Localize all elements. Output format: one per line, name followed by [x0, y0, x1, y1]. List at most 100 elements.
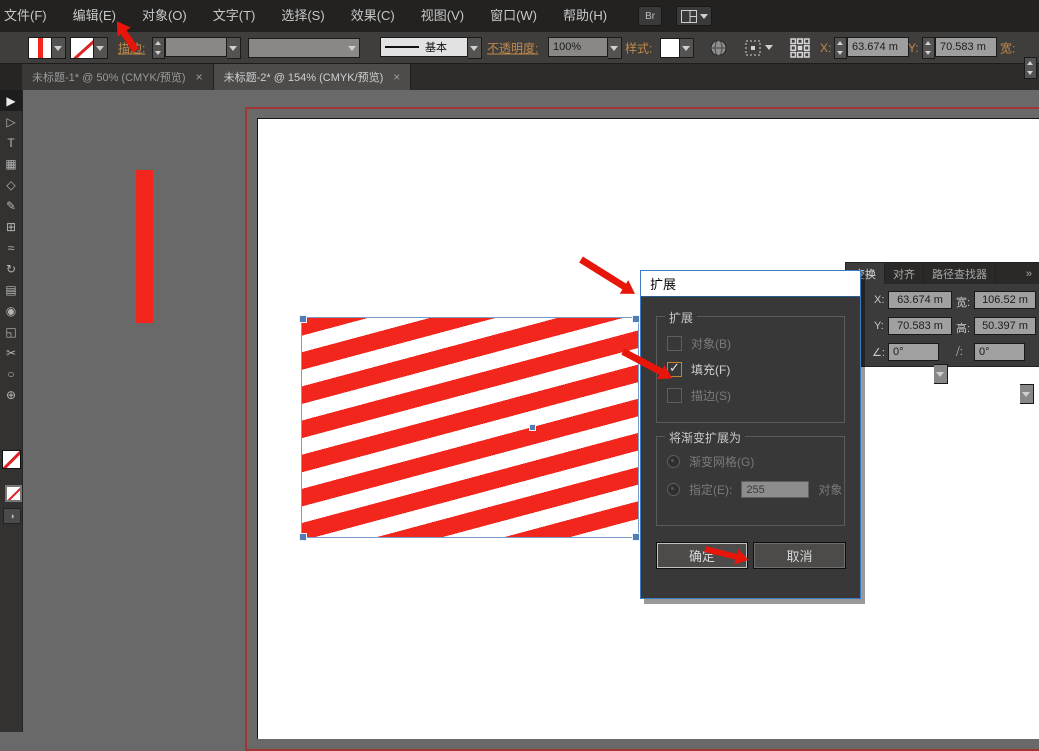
- mesh-tool-icon[interactable]: ◉: [0, 300, 22, 321]
- red-bar-object[interactable]: [136, 170, 153, 323]
- tab-close-icon[interactable]: ×: [196, 70, 203, 84]
- object-checkbox[interactable]: [667, 336, 682, 351]
- isolate-selected-object-button[interactable]: [745, 40, 773, 56]
- pencil-tool-icon[interactable]: ✎: [0, 195, 22, 216]
- y-stepper[interactable]: [922, 37, 935, 59]
- stroke-checkbox-label: 描边(S): [691, 387, 731, 404]
- rotate-tool-icon[interactable]: ↻: [0, 258, 22, 279]
- checkbox-row-fill[interactable]: 填充(F): [667, 361, 730, 378]
- stroke-weight-dropdown-icon[interactable]: [227, 37, 241, 59]
- radio-row-specify[interactable]: 指定(E): 255 对象: [667, 481, 842, 498]
- y-value[interactable]: 70.583 m: [935, 37, 997, 57]
- opacity-control[interactable]: 100%: [548, 37, 622, 59]
- opacity-value[interactable]: 100%: [548, 37, 608, 57]
- panel-rotate-value[interactable]: 0°: [888, 343, 939, 361]
- stroke-weight-stepper[interactable]: [152, 37, 165, 59]
- panel-height-value[interactable]: 50.397 m: [974, 317, 1036, 335]
- type-tool-icon[interactable]: T: [0, 132, 22, 153]
- toolbar-color-mode-button[interactable]: ◑: [3, 508, 21, 524]
- hand-tool-icon[interactable]: ⊕: [0, 384, 22, 405]
- opacity-label[interactable]: 不透明度:: [487, 39, 538, 56]
- brush-definition-dropdown[interactable]: 基本: [380, 37, 482, 59]
- panel-y-value[interactable]: 70.583 m: [888, 317, 952, 335]
- zoom-tool-icon[interactable]: ○: [0, 363, 22, 384]
- specify-objects-input[interactable]: 255: [741, 481, 809, 498]
- x-coordinate-control[interactable]: 63.674 m: [834, 37, 909, 59]
- free-transform-tool-icon[interactable]: ⊞: [0, 216, 22, 237]
- menu-item-file[interactable]: 文件(F): [0, 0, 60, 32]
- panel-rotate-dropdown-icon[interactable]: [934, 364, 948, 384]
- selection-center-point[interactable]: [529, 424, 536, 431]
- striped-rectangle-object[interactable]: [302, 318, 638, 537]
- panel-shear-value[interactable]: 0°: [974, 343, 1025, 361]
- width-tool-icon[interactable]: ≈: [0, 237, 22, 258]
- stroke-dropdown-icon[interactable]: [94, 37, 108, 59]
- dialog-title-bar[interactable]: 扩展: [641, 271, 860, 297]
- tab-close-icon[interactable]: ×: [393, 70, 400, 84]
- stroke-weight-value[interactable]: [165, 37, 227, 57]
- selection-tool-icon[interactable]: ▶: [0, 90, 22, 111]
- y-coordinate-control[interactable]: 70.583 m: [922, 37, 997, 59]
- opacity-dropdown-icon[interactable]: [608, 37, 622, 59]
- panel-shear-icon: ⧸:: [956, 346, 963, 359]
- document-tab-1[interactable]: 未标题-1* @ 50% (CMYK/预览) ×: [22, 63, 214, 90]
- style-swatch-dropdown[interactable]: [660, 38, 694, 58]
- rectangle-tool-icon[interactable]: ▦: [0, 153, 22, 174]
- style-dropdown-icon[interactable]: [680, 38, 694, 58]
- x-value[interactable]: 63.674 m: [847, 37, 909, 57]
- selection-handle-top-right[interactable]: [632, 315, 640, 323]
- object-checkbox-label: 对象(B): [691, 335, 731, 352]
- panel-tab-align[interactable]: 对齐: [885, 263, 924, 284]
- cancel-button[interactable]: 取消: [753, 542, 846, 569]
- width-stepper[interactable]: [1024, 57, 1037, 79]
- menu-item-effect[interactable]: 效果(C): [338, 0, 408, 32]
- workspace-switcher-button[interactable]: [676, 6, 712, 26]
- fill-dropdown-icon[interactable]: [52, 37, 66, 59]
- expand-group-label: 扩展: [665, 309, 697, 326]
- panel-width-value[interactable]: 106.52 m: [974, 291, 1036, 309]
- stroke-color-swatch[interactable]: [70, 37, 108, 59]
- scissors-tool-icon[interactable]: ✂: [0, 342, 22, 363]
- checkbox-row-object[interactable]: 对象(B): [667, 335, 731, 352]
- panel-rotate-icon: ∠:: [872, 346, 885, 359]
- document-tab-2-active[interactable]: 未标题-2* @ 154% (CMYK/预览) ×: [214, 63, 412, 90]
- direct-selection-tool-icon[interactable]: ▷: [0, 111, 22, 132]
- panel-overflow-icon[interactable]: »: [1018, 263, 1039, 284]
- gradient-mesh-radio[interactable]: [667, 455, 680, 468]
- selection-handle-bottom-right[interactable]: [632, 533, 640, 541]
- menu-item-help[interactable]: 帮助(H): [550, 0, 620, 32]
- panel-width-label: 宽:: [956, 294, 970, 310]
- radio-row-mesh[interactable]: 渐变网格(G): [667, 453, 754, 470]
- menu-item-view[interactable]: 视图(V): [408, 0, 477, 32]
- toolbar-stroke-swatch[interactable]: [5, 485, 22, 502]
- specify-radio[interactable]: [667, 483, 680, 496]
- brush-dropdown-icon[interactable]: [468, 37, 482, 59]
- variable-width-profile-dropdown[interactable]: [248, 38, 360, 58]
- stroke-checkbox[interactable]: [667, 388, 682, 403]
- brush-name: 基本: [425, 39, 447, 55]
- gradient-tool-icon[interactable]: ▤: [0, 279, 22, 300]
- expand-group: 扩展 对象(B) 填充(F) 描边(S): [656, 316, 845, 423]
- selection-handle-top-left[interactable]: [299, 315, 307, 323]
- menu-item-select[interactable]: 选择(S): [268, 0, 337, 32]
- stroke-weight-control[interactable]: [152, 37, 241, 59]
- menu-item-window[interactable]: 窗口(W): [477, 0, 550, 32]
- panel-x-value[interactable]: 63.674 m: [888, 291, 952, 309]
- panel-tab-bar: 变换 对齐 路径查找器 »: [846, 263, 1039, 284]
- document-tab-2-title: 未标题-2* @ 154% (CMYK/预览): [224, 69, 384, 85]
- checkbox-row-stroke[interactable]: 描边(S): [667, 387, 731, 404]
- bridge-button[interactable]: Br: [638, 6, 662, 26]
- menu-item-object[interactable]: 对象(O): [129, 0, 200, 32]
- shape-tool-icon[interactable]: ◇: [0, 174, 22, 195]
- reference-point-grid-icon[interactable]: [790, 38, 810, 58]
- toolbar-fill-swatch[interactable]: [2, 450, 21, 469]
- fill-color-swatch[interactable]: [28, 37, 66, 59]
- panel-tab-pathfinder[interactable]: 路径查找器: [924, 263, 996, 284]
- panel-shear-dropdown-icon[interactable]: [1020, 384, 1034, 404]
- menu-item-type[interactable]: 文字(T): [200, 0, 269, 32]
- shape-builder-tool-icon[interactable]: ◱: [0, 321, 22, 342]
- chevron-down-icon: [700, 14, 708, 19]
- x-stepper[interactable]: [834, 37, 847, 59]
- selection-handle-bottom-left[interactable]: [299, 533, 307, 541]
- document-setup-globe-icon[interactable]: [710, 39, 727, 56]
